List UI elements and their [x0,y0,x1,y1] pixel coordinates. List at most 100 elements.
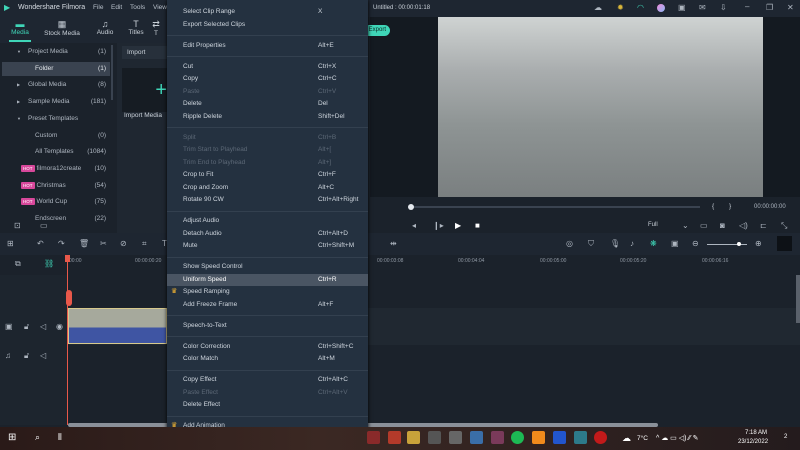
speaker-icon[interactable]: ◁ [40,322,46,331]
menu-item-adjust-audio[interactable]: Adjust Audio [167,215,368,228]
sidebar-item[interactable]: HOT Christmas (54) [2,179,110,193]
sidebar-item[interactable]: ▶ Sample Media (181) [2,95,110,109]
clock-date[interactable]: 23/12/2022 [738,439,768,445]
chevron-down-icon[interactable]: ⌄ [682,221,689,230]
taskbar-app-icon[interactable] [407,431,420,444]
expand-arrow-icon[interactable]: ▶ [17,78,20,92]
play-icon[interactable]: ▶ [455,221,461,230]
menu-item-show-speed-control[interactable]: Show Speed Control [167,261,368,274]
cloud-icon[interactable]: ☁ [594,3,602,12]
menu-item-uniform-speed[interactable]: Uniform Speed Ctrl+R [167,273,368,286]
taskbar-app-icon[interactable] [367,431,380,444]
zoom-slider-handle[interactable] [737,242,741,246]
zoom-in-icon[interactable]: ⊕ [755,239,762,248]
folder-outline-icon[interactable]: ▭ [40,221,48,230]
lock-icon[interactable]: 🔓︎ [24,322,29,332]
bulb-icon[interactable]: ✹ [617,3,624,12]
tray-icons[interactable]: ^ ☁ ▭ ◁) ⁄⁄ ✎ [656,434,699,442]
avatar[interactable] [657,4,665,12]
menu-edit[interactable]: Edit [111,4,122,11]
import-media-tile[interactable]: + [122,68,167,112]
zoom-slider[interactable] [707,244,747,245]
taskbar-app-icon[interactable] [470,431,483,444]
crop-icon[interactable]: ⌗ [142,239,147,249]
close-icon[interactable]: ✕ [787,3,794,12]
monitor-icon[interactable]: ▭ [700,221,708,230]
expand-arrow-icon[interactable]: ▼ [17,112,21,126]
scrubber-handle[interactable] [408,204,414,210]
layout-icon[interactable]: ⊏ [760,221,767,230]
menu-tools[interactable]: Tools [130,4,145,11]
spotify-icon[interactable] [511,431,524,444]
video-preview[interactable] [438,17,763,197]
eye-icon[interactable]: ◉ [56,322,63,331]
sidebar-item[interactable]: Folder (1) [2,61,110,76]
menu-item-color-match[interactable]: Color Match Alt+M [167,353,368,366]
filmora-taskbar-icon[interactable] [574,431,587,444]
tag-icon[interactable]: ⊘ [120,239,127,248]
taskbar-app-icon[interactable] [449,431,462,444]
sidebar-item[interactable]: All Templates (1084) [2,145,110,159]
playhead[interactable] [67,255,68,425]
menu-item-delete-effect[interactable]: Delete Effect [167,399,368,412]
menu-item-detach-audio[interactable]: Detach Audio Ctrl+Alt+D [167,228,368,241]
download-icon[interactable]: ⇩ [720,3,727,12]
timeline-vertical-scrollbar[interactable] [796,275,800,323]
save-icon[interactable]: ▣ [678,3,686,12]
add-track-icon[interactable]: ⧉ [15,259,21,269]
snapshot-icon[interactable]: ◙ [720,221,725,230]
freeze-icon[interactable]: ⇹ [390,239,397,248]
sidebar-item[interactable]: ▼ Project Media (1) [2,45,110,59]
taskbar-app-icon[interactable] [428,431,441,444]
sidebar-item[interactable]: Custom (0) [2,129,110,143]
track-view-toggle[interactable] [777,236,792,251]
sidebar-item[interactable]: HOT World Cup (75) [2,195,110,209]
menu-file[interactable]: File [93,4,103,11]
menu-item-export-selected-clips[interactable]: Export Selected Clips [167,19,368,32]
menu-view[interactable]: View [153,4,167,11]
cut-icon[interactable]: ✂ [100,239,107,248]
scrubber[interactable] [410,206,700,208]
menu-item-crop-and-zoom[interactable]: Crop and Zoom Alt+C [167,182,368,195]
menu-item-cut[interactable]: Cut Ctrl+X [167,61,368,74]
stop-icon[interactable]: ■ [475,221,480,230]
video-clip[interactable] [68,308,167,344]
layout-grid-icon[interactable]: ⊞ [7,239,14,248]
mark-in-button[interactable]: { [712,203,714,210]
marker-icon[interactable]: ⛉ [588,239,594,249]
taskbar-app-icon[interactable] [553,431,566,444]
import-dropdown[interactable]: Import [122,46,167,59]
sidebar-scrollbar[interactable] [111,45,113,100]
playhead-marker[interactable] [66,290,72,306]
undo-icon[interactable]: ↶ [37,239,44,248]
menu-item-edit-properties[interactable]: Edit Properties Alt+E [167,40,368,53]
windows-start-icon[interactable]: ⊞ [8,432,16,443]
sidebar-item[interactable]: ▶ Global Media (8) [2,78,110,92]
tab-stock-media[interactable]: ▦ Stock Media [42,17,82,43]
menu-item-mute[interactable]: Mute Ctrl+Shift+M [167,240,368,253]
menu-item-add-freeze-frame[interactable]: Add Freeze Frame Alt+F [167,299,368,312]
task-view-icon[interactable]: ⫴ [58,432,62,443]
weather-temp[interactable]: 7°C [637,435,648,442]
message-icon[interactable]: ✉ [699,3,706,12]
speaker-icon[interactable]: ◁ [40,351,46,360]
fullscreen-icon[interactable]: ⤡ [781,221,787,231]
restore-icon[interactable]: ❐ [766,3,773,12]
lock-icon[interactable]: 🔓︎ [24,351,29,361]
vlc-icon[interactable] [532,431,545,444]
taskbar-app-icon[interactable] [388,431,401,444]
subtitle-icon[interactable]: ▣ [671,239,679,248]
zoom-out-icon[interactable]: ⊖ [692,239,699,248]
menu-item-rotate-90-cw[interactable]: Rotate 90 CW Ctrl+Alt+Right [167,194,368,207]
step-forward-icon[interactable]: ❙▸ [433,221,444,230]
taskbar-app-icon[interactable] [594,431,607,444]
menu-item-delete[interactable]: Delete Del [167,98,368,111]
redo-icon[interactable]: ↷ [58,239,65,248]
audio-mix-icon[interactable]: ♪ [630,239,634,248]
playhead-handle[interactable] [65,255,70,262]
notification-badge[interactable]: 2 [784,434,787,440]
prev-frame-icon[interactable]: ◂ [412,221,416,230]
menu-item-speed-ramping[interactable]: ♛ Speed Ramping [167,286,368,299]
support-icon[interactable]: ◠ [637,3,644,12]
taskbar-app-icon[interactable] [491,431,504,444]
